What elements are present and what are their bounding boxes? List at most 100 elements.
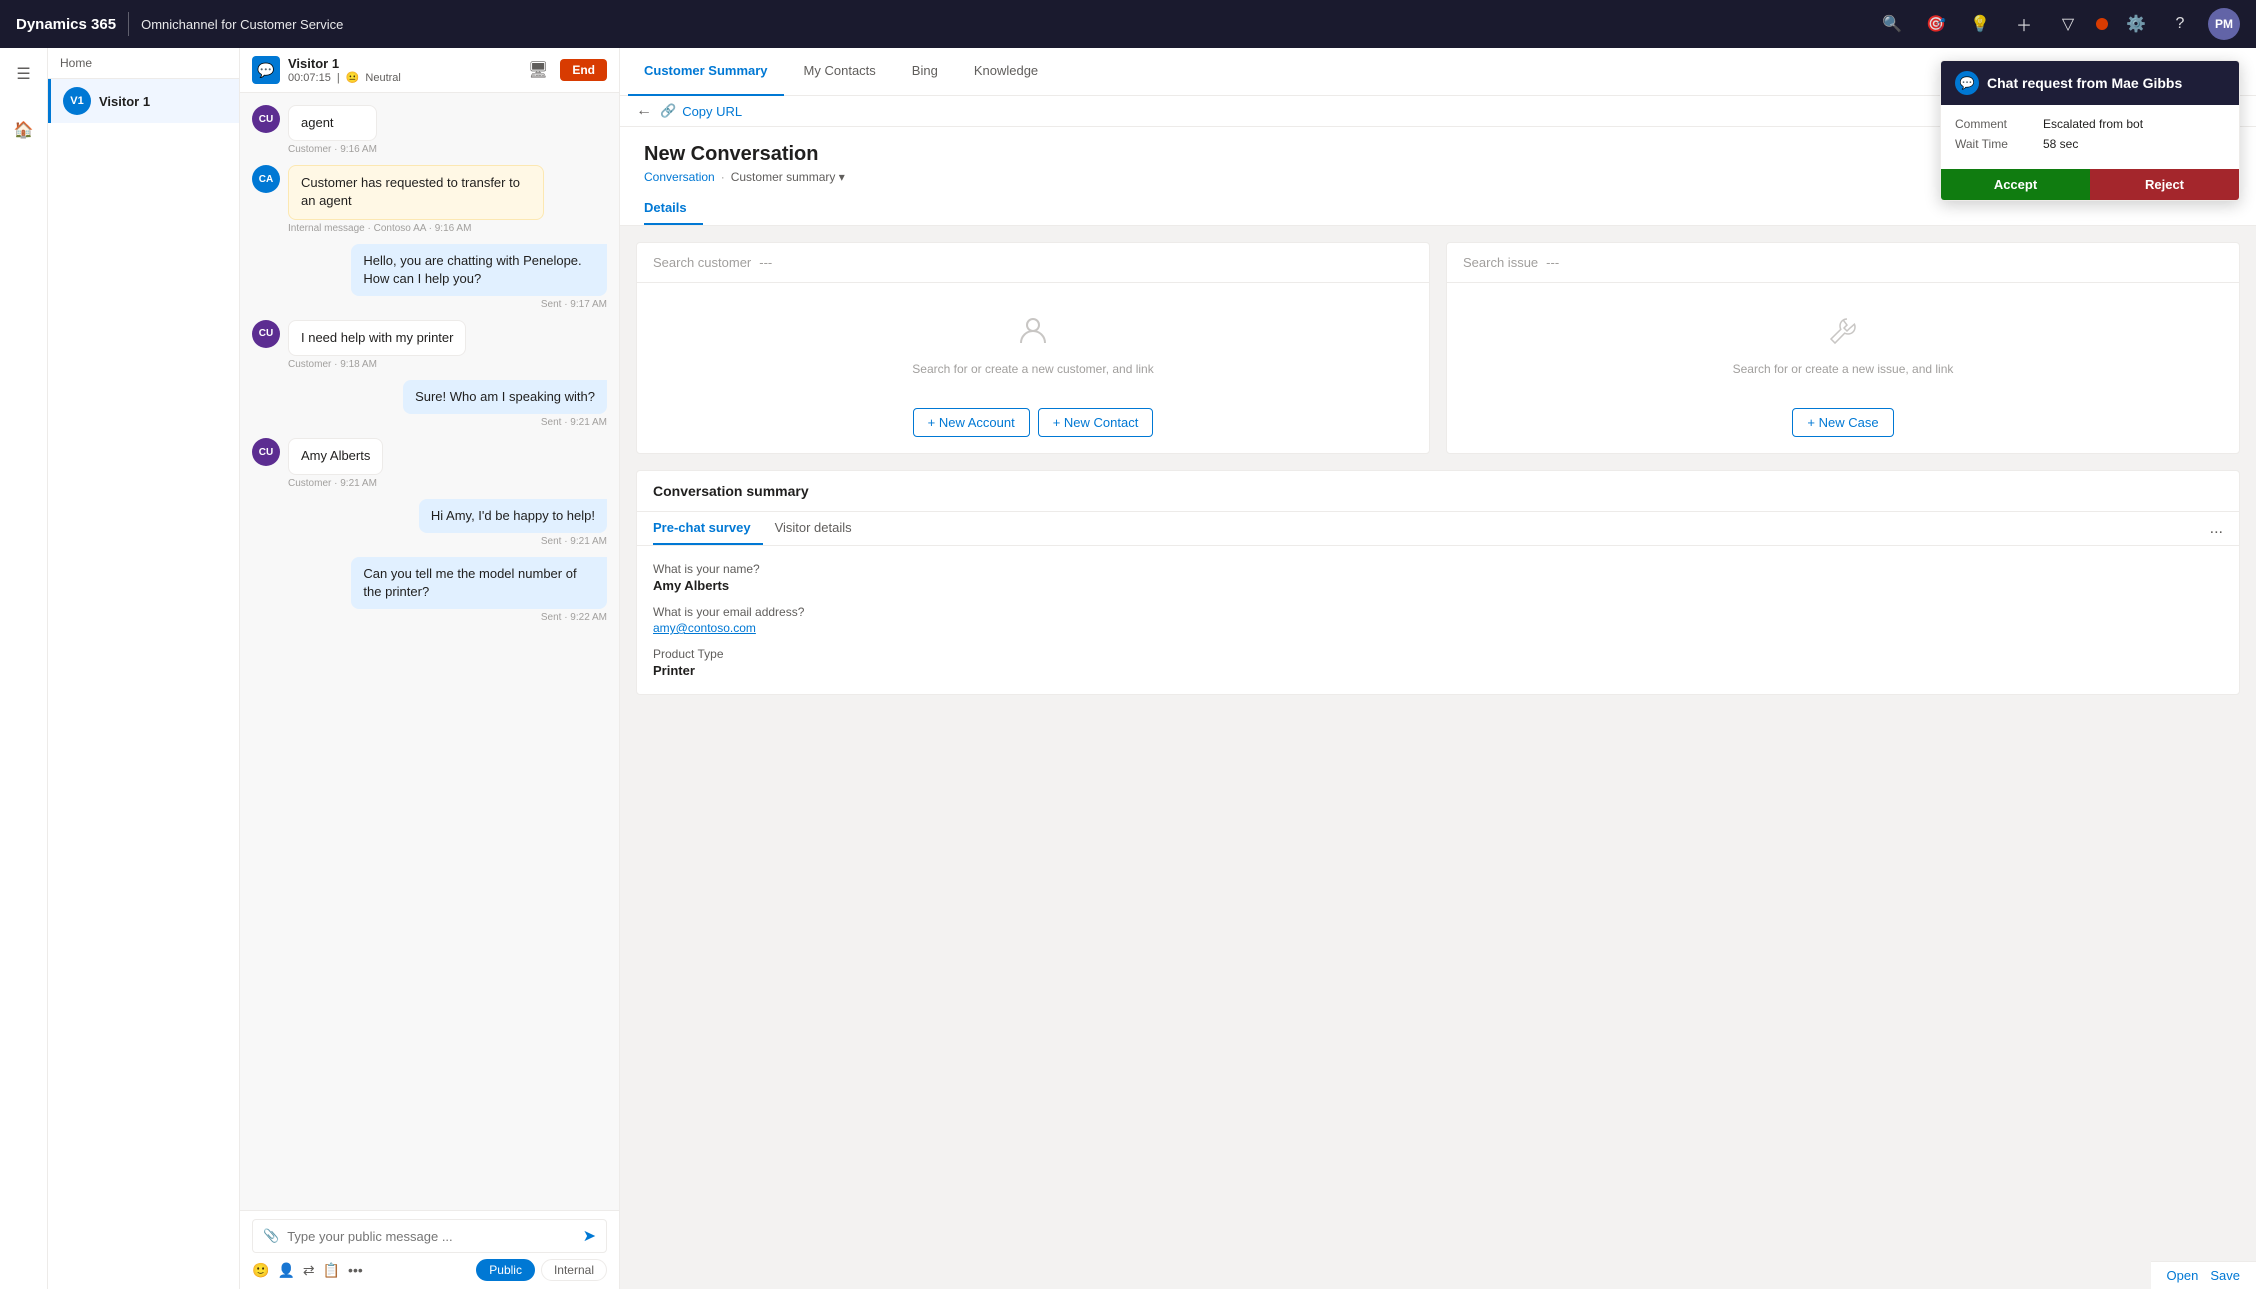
save-button[interactable]: Save	[2210, 1268, 2240, 1283]
conversation-summary-card: Conversation summary Pre-chat survey Vis…	[636, 470, 2240, 695]
field-name-label: What is your name?	[653, 562, 2223, 576]
agent-bubble-2: Sure! Who am I speaking with?	[403, 380, 607, 414]
content-body: Search customer --- Search for or create…	[620, 226, 2256, 711]
message-content-internal: Customer has requested to transfer to an…	[288, 165, 544, 233]
sentiment-icon: 😐	[346, 71, 360, 84]
accept-button[interactable]: Accept	[1941, 169, 2090, 200]
message-row-agent: Hello, you are chatting with Penelope. H…	[252, 244, 607, 310]
tab-my-contacts[interactable]: My Contacts	[788, 48, 892, 96]
message-content-agent2: Sure! Who am I speaking with? Sent · 9:2…	[403, 380, 607, 428]
home-label: Home	[60, 56, 92, 70]
filter-icon[interactable]: ▽	[2052, 8, 2084, 40]
notification-actions: Accept Reject	[1941, 169, 2239, 200]
notification-title: Chat request from Mae Gibbs	[1987, 75, 2182, 91]
tab-knowledge[interactable]: Knowledge	[958, 48, 1054, 96]
copy-url-button[interactable]: 🔗 Copy URL	[660, 103, 742, 119]
internal-bubble: Customer has requested to transfer to an…	[288, 165, 544, 219]
chat-timer: 00:07:15	[288, 72, 331, 84]
details-tab-item[interactable]: Details	[644, 192, 703, 225]
plus-icon[interactable]: ＋	[2008, 8, 2040, 40]
chat-list-panel: Home V1 Visitor 1	[48, 48, 240, 1289]
visitor-avatar: V1	[63, 87, 91, 115]
issue-search-placeholder: Search issue	[1463, 255, 1538, 270]
cu-avatar-3: CU	[252, 438, 280, 466]
new-case-button[interactable]: + New Case	[1792, 408, 1893, 437]
back-button[interactable]: ←	[636, 102, 652, 120]
chat-notification: 💬 Chat request from Mae Gibbs Comment Es…	[1940, 60, 2240, 201]
help-icon[interactable]: ?	[2164, 8, 2196, 40]
new-account-button[interactable]: + New Account	[913, 408, 1030, 437]
more-button[interactable]: •••	[348, 1262, 363, 1278]
note-button[interactable]: 📋	[323, 1262, 340, 1279]
message-time: Customer · 9:16 AM	[288, 144, 377, 155]
chat-messages: CU agent Customer · 9:16 AM CA Customer …	[240, 93, 619, 1210]
open-button[interactable]: Open	[2167, 1268, 2199, 1283]
notification-body: Comment Escalated from bot Wait Time 58 …	[1941, 105, 2239, 169]
content-area: Customer Summary My Contacts Bing Knowle…	[620, 48, 2256, 1289]
home-nav-item[interactable]: 🏠	[6, 112, 42, 148]
link-icon: 🔗	[660, 103, 676, 119]
chat-message-input[interactable]	[287, 1229, 574, 1244]
issue-card-actions: + New Case	[1447, 408, 2239, 453]
cu-avatar: CU	[252, 105, 280, 133]
emoji-button[interactable]: 🙂	[252, 1262, 269, 1279]
sentiment-label: Neutral	[365, 72, 400, 84]
bottom-bar: Open Save	[2151, 1261, 2256, 1289]
message-row-amy: CU Amy Alberts Customer · 9:21 AM	[252, 438, 607, 488]
hamburger-menu[interactable]: ☰	[6, 56, 42, 92]
chat-input-row: 📎 ➤	[252, 1219, 607, 1253]
send-icon[interactable]: ➤	[583, 1226, 596, 1246]
visitor-details-tab[interactable]: Visitor details	[775, 512, 864, 545]
target-icon[interactable]: 🎯	[1920, 8, 1952, 40]
chat-toolbar: 🙂 👤 ⇄ 📋 ••• Public Internal	[252, 1253, 607, 1281]
bulb-icon[interactable]: 💡	[1964, 8, 1996, 40]
field-email: What is your email address? amy@contoso.…	[653, 605, 2223, 635]
new-contact-button[interactable]: + New Contact	[1038, 408, 1154, 437]
agent-button[interactable]: 👤	[277, 1262, 294, 1279]
message-row-customer: CU I need help with my printer Customer …	[252, 320, 607, 370]
screen-icon[interactable]: 🖥	[528, 60, 548, 80]
more-tabs-button[interactable]: ...	[2210, 520, 2223, 538]
user-avatar[interactable]: PM	[2208, 8, 2240, 40]
prechat-survey-tab[interactable]: Pre-chat survey	[653, 512, 763, 545]
public-tab-button[interactable]: Public	[476, 1259, 535, 1281]
breadcrumb-conversation[interactable]: Conversation	[644, 170, 715, 184]
issue-card: Search issue --- Search for or create a …	[1446, 242, 2240, 454]
app-name: Omnichannel for Customer Service	[141, 17, 343, 32]
end-chat-button[interactable]: End	[560, 59, 607, 81]
amy-bubble: Amy Alberts	[288, 438, 383, 474]
visitor-chat-item[interactable]: V1 Visitor 1	[48, 79, 239, 123]
wrench-icon	[1827, 315, 1859, 354]
cu-avatar-2: CU	[252, 320, 280, 348]
agent-bubble-4: Can you tell me the model number of the …	[351, 557, 607, 609]
message-content-customer: I need help with my printer Customer · 9…	[288, 320, 466, 370]
notification-chat-icon: 💬	[1955, 71, 1979, 95]
transfer-button[interactable]: ⇄	[303, 1262, 315, 1279]
reject-button[interactable]: Reject	[2090, 169, 2239, 200]
message-content-agent3: Hi Amy, I'd be happy to help! Sent · 9:2…	[419, 499, 607, 547]
chat-panel: 💬 Visitor 1 00:07:15 | 😐 Neutral 🖥 End C…	[240, 48, 620, 1289]
nav-divider	[128, 12, 129, 36]
field-product-label: Product Type	[653, 647, 2223, 661]
notification-wait-label: Wait Time	[1955, 137, 2035, 151]
left-sidebar: ☰ 🏠	[0, 48, 48, 1289]
customer-card: Search customer --- Search for or create…	[636, 242, 1430, 454]
chat-meta: 00:07:15 | 😐 Neutral	[288, 71, 520, 84]
attachment-icon[interactable]: 📎	[263, 1228, 279, 1244]
message-type-tabs: Public Internal	[476, 1259, 607, 1281]
search-icon[interactable]: 🔍	[1876, 8, 1908, 40]
status-indicator	[2096, 18, 2108, 30]
issue-search-row: Search issue ---	[1447, 243, 2239, 283]
issue-card-empty: Search for or create a new issue, and li…	[1447, 283, 2239, 408]
message-row: CU agent Customer · 9:16 AM	[252, 105, 607, 155]
message-row-agent3: Hi Amy, I'd be happy to help! Sent · 9:2…	[252, 499, 607, 547]
app-brand: Dynamics 365	[16, 16, 116, 33]
tab-customer-summary[interactable]: Customer Summary	[628, 48, 784, 96]
internal-tab-button[interactable]: Internal	[541, 1259, 607, 1281]
field-email-value[interactable]: amy@contoso.com	[653, 621, 2223, 635]
message-content-agent: Hello, you are chatting with Penelope. H…	[351, 244, 607, 310]
tab-bing[interactable]: Bing	[896, 48, 954, 96]
customer-card-empty: Search for or create a new customer, and…	[637, 283, 1429, 408]
settings-icon[interactable]: ⚙️	[2120, 8, 2152, 40]
visitor-name: Visitor 1	[99, 94, 150, 109]
